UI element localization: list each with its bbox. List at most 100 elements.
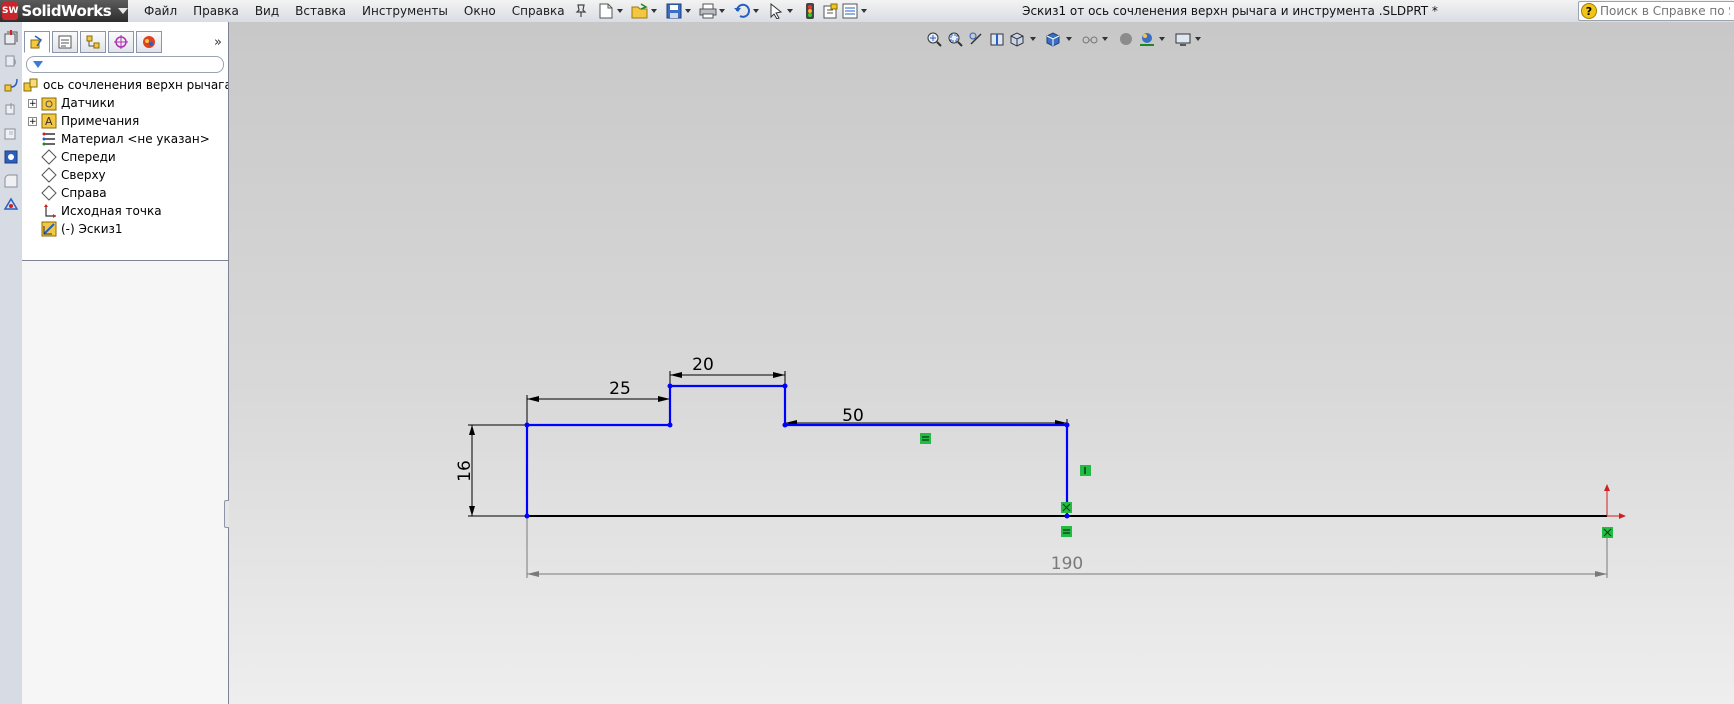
new-dropdown-icon[interactable]	[616, 9, 623, 13]
file-properties-icon[interactable]	[821, 2, 839, 20]
help-icon: ?	[1581, 3, 1597, 19]
tree-item-label: Сверху	[61, 168, 106, 182]
sketch-origin-icon[interactable]	[1604, 484, 1626, 519]
dimension-height[interactable]: 16	[455, 424, 527, 517]
command-manager-strip	[0, 22, 23, 704]
display-manager-tab[interactable]	[136, 31, 162, 53]
coincident-relation-icon[interactable]	[1061, 502, 1072, 513]
standard-toolbar	[597, 2, 873, 20]
sketch-profile[interactable]	[525, 384, 1069, 516]
sketch-point[interactable]	[524, 422, 530, 428]
open-icon[interactable]	[631, 2, 649, 20]
menu-tools[interactable]: Инструменты	[354, 0, 456, 22]
extruded-cut-icon[interactable]	[2, 124, 20, 142]
vertical-relation-icon[interactable]	[1080, 465, 1091, 476]
tree-item-label: Материал <не указан>	[61, 132, 210, 146]
propertymanager-tab[interactable]	[52, 31, 78, 53]
loft-icon[interactable]	[2, 100, 20, 118]
sketch-point[interactable]	[782, 422, 788, 428]
options-icon[interactable]	[841, 2, 859, 20]
dimension-text-25[interactable]: 25	[609, 379, 631, 399]
hole-wizard-icon[interactable]	[2, 148, 20, 166]
tree-item-annotations[interactable]: + A Примечания	[22, 112, 228, 130]
sensor-folder-icon	[41, 95, 57, 111]
sketch-point[interactable]	[524, 513, 530, 519]
tree-item-label: Спереди	[61, 150, 116, 164]
select-icon[interactable]	[767, 2, 785, 20]
new-icon[interactable]	[597, 2, 615, 20]
dimension-total-length[interactable]: 190	[526, 516, 1608, 578]
dimension-step-right[interactable]: 50	[784, 406, 1068, 426]
help-search-input[interactable]	[1600, 4, 1730, 18]
menu-edit[interactable]: Правка	[185, 0, 247, 22]
document-title: Эскиз1 от ось сочленения верхн рычага и …	[1022, 4, 1438, 18]
origin-icon	[41, 203, 57, 219]
solidworks-logo[interactable]: SW SolidWorks	[0, 0, 129, 22]
annotations-icon: A	[41, 113, 57, 129]
feature-tree: ось сочленения верхн рычага и инструмент…	[22, 76, 228, 238]
coincident-relation-icon[interactable]	[1602, 527, 1613, 538]
sketch-point[interactable]	[1064, 513, 1070, 519]
open-dropdown-icon[interactable]	[650, 9, 657, 13]
tree-item-sensors[interactable]: + Датчики	[22, 94, 228, 112]
dimxpert-tab[interactable]	[108, 31, 134, 53]
menu-help[interactable]: Справка	[504, 0, 573, 22]
menu-view[interactable]: Вид	[247, 0, 287, 22]
dimension-text-50[interactable]: 50	[842, 406, 864, 426]
dimension-step-top[interactable]: 20	[669, 355, 786, 386]
sketch-point[interactable]	[667, 422, 673, 428]
menu-window[interactable]: Окно	[456, 0, 504, 22]
expand-icon[interactable]: +	[28, 116, 37, 126]
sketch-point[interactable]	[782, 383, 788, 389]
dimension-step-left[interactable]: 25	[526, 379, 671, 425]
help-search-box[interactable]: ?	[1578, 1, 1734, 21]
reference-geometry-icon[interactable]	[2, 196, 20, 214]
extrude-boss-icon[interactable]	[2, 28, 20, 46]
feature-manager-lower-pane	[22, 261, 228, 704]
feature-manager-panel: » ось сочленения верхн рычага и инструме…	[22, 22, 229, 704]
horizontal-relation-icon[interactable]	[920, 433, 931, 444]
print-dropdown-icon[interactable]	[718, 9, 725, 13]
print-icon[interactable]	[699, 2, 717, 20]
sweep-icon[interactable]	[2, 76, 20, 94]
options-dropdown-icon[interactable]	[860, 9, 867, 13]
rebuild-icon[interactable]	[801, 2, 819, 20]
sketch-points	[524, 383, 1070, 519]
tree-root-part[interactable]: ось сочленения верхн рычага и инструмент…	[22, 76, 228, 94]
save-dropdown-icon[interactable]	[684, 9, 691, 13]
sketch-canvas: 190 16 25 20 50	[455, 355, 1626, 578]
feature-tree-filter[interactable]	[26, 56, 224, 73]
dimension-text-16[interactable]: 16	[455, 460, 475, 482]
configurationmanager-tab[interactable]	[80, 31, 106, 53]
fillet-icon[interactable]	[2, 172, 20, 190]
logo-dropdown-icon	[118, 8, 129, 14]
tree-item-label: Исходная точка	[61, 204, 162, 218]
expand-icon[interactable]: +	[28, 98, 37, 108]
undo-dropdown-icon[interactable]	[752, 9, 759, 13]
select-dropdown-icon[interactable]	[786, 9, 793, 13]
tree-item-sketch1[interactable]: (-) Эскиз1	[22, 220, 228, 238]
expand-panel-icon[interactable]: »	[214, 35, 222, 50]
tree-item-material[interactable]: Материал <не указан>	[22, 130, 228, 148]
menu-file[interactable]: Файл	[136, 0, 185, 22]
horizontal-relation-icon[interactable]	[1061, 526, 1072, 537]
featuremanager-tab[interactable]	[24, 31, 50, 53]
dimension-text-20[interactable]: 20	[692, 355, 714, 375]
revolve-boss-icon[interactable]	[2, 52, 20, 70]
save-icon[interactable]	[665, 2, 683, 20]
graphics-area[interactable]: 190 16 25 20 50	[229, 22, 1734, 704]
tree-item-label: (-) Эскиз1	[61, 222, 123, 236]
undo-icon[interactable]	[733, 2, 751, 20]
sketch-point[interactable]	[1064, 422, 1070, 428]
pin-menu-icon[interactable]	[573, 0, 589, 22]
tree-item-right-plane[interactable]: Справа	[22, 184, 228, 202]
tree-root-label: ось сочленения верхн рычага и инструмент…	[43, 78, 228, 92]
tree-item-origin[interactable]: Исходная точка	[22, 202, 228, 220]
sketch-icon	[41, 221, 57, 237]
dimension-text-190[interactable]: 190	[1051, 554, 1083, 574]
solidworks-logo-icon: SW	[2, 2, 19, 20]
tree-item-top-plane[interactable]: Сверху	[22, 166, 228, 184]
sketch-point[interactable]	[667, 383, 673, 389]
menu-insert[interactable]: Вставка	[287, 0, 354, 22]
tree-item-front-plane[interactable]: Спереди	[22, 148, 228, 166]
